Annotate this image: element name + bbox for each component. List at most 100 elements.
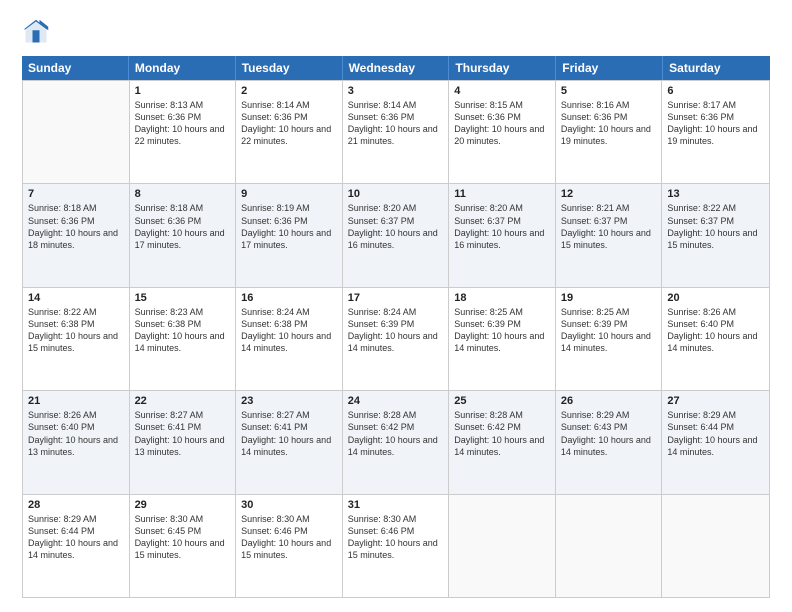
weekday-header-thursday: Thursday bbox=[449, 56, 556, 80]
day-number: 12 bbox=[561, 188, 657, 200]
day-cell-18: 18 Sunrise: 8:25 AM Sunset: 6:39 PM Dayli… bbox=[449, 288, 556, 390]
day-info: Sunrise: 8:18 AM Sunset: 6:36 PM Dayligh… bbox=[28, 202, 124, 251]
day-cell-14: 14Sunrise: 8:22 AM Sunset: 6:38 PM Dayli… bbox=[23, 288, 130, 390]
day-cell-28: 28Sunrise: 8:29 AM Sunset: 6:44 PM Dayli… bbox=[23, 495, 130, 597]
weekday-header-wednesday: Wednesday bbox=[343, 56, 450, 80]
day-number: 13 bbox=[667, 188, 764, 200]
day-cell-27: 27 Sunrise: 8:29 AM Sunset: 6:44 PM Dayli… bbox=[662, 391, 769, 493]
day-number: 9 bbox=[241, 188, 337, 200]
day-number: 29 bbox=[135, 499, 231, 511]
day-cell-4: 4Sunrise: 8:15 AM Sunset: 6:36 PM Daylig… bbox=[449, 81, 556, 183]
day-number: 4 bbox=[454, 85, 550, 97]
day-info: Sunrise: 8:30 AM Sunset: 6:45 PM Dayligh… bbox=[135, 513, 231, 562]
calendar-row-4: 28Sunrise: 8:29 AM Sunset: 6:44 PM Dayli… bbox=[23, 494, 769, 597]
day-info: Sunrise: 8:24 AM Sunset: 6:39 PM Dayligh… bbox=[348, 306, 444, 355]
day-info: Sunrise: 8:22 AM Sunset: 6:37 PM Dayligh… bbox=[667, 202, 764, 251]
day-number: 11 bbox=[454, 188, 550, 200]
calendar-row-1: 7 Sunrise: 8:18 AM Sunset: 6:36 PM Daylig… bbox=[23, 183, 769, 286]
empty-cell-4-6 bbox=[662, 495, 769, 597]
day-number: 27 bbox=[667, 395, 764, 407]
day-cell-11: 11 Sunrise: 8:20 AM Sunset: 6:37 PM Dayli… bbox=[449, 184, 556, 286]
calendar-row-3: 21 Sunrise: 8:26 AM Sunset: 6:40 PM Dayli… bbox=[23, 390, 769, 493]
day-info: Sunrise: 8:28 AM Sunset: 6:42 PM Dayligh… bbox=[454, 409, 550, 458]
calendar-body: 1 Sunrise: 8:13 AM Sunset: 6:36 PM Daylig… bbox=[22, 80, 770, 598]
day-info: Sunrise: 8:27 AM Sunset: 6:41 PM Dayligh… bbox=[135, 409, 231, 458]
calendar: SundayMondayTuesdayWednesdayThursdayFrid… bbox=[22, 56, 770, 598]
day-cell-2: 2Sunrise: 8:14 AM Sunset: 6:36 PM Daylig… bbox=[236, 81, 343, 183]
day-cell-23: 23Sunrise: 8:27 AM Sunset: 6:41 PM Dayli… bbox=[236, 391, 343, 493]
day-cell-5: 5 Sunrise: 8:16 AM Sunset: 6:36 PM Daylig… bbox=[556, 81, 663, 183]
day-number: 17 bbox=[348, 292, 444, 304]
day-cell-15: 15 Sunrise: 8:23 AM Sunset: 6:38 PM Dayli… bbox=[130, 288, 237, 390]
day-number: 2 bbox=[241, 85, 337, 97]
day-number: 15 bbox=[135, 292, 231, 304]
day-number: 22 bbox=[135, 395, 231, 407]
day-number: 30 bbox=[241, 499, 337, 511]
day-number: 31 bbox=[348, 499, 444, 511]
day-number: 5 bbox=[561, 85, 657, 97]
weekday-header-friday: Friday bbox=[556, 56, 663, 80]
page-header bbox=[22, 18, 770, 46]
day-cell-30: 30 Sunrise: 8:30 AM Sunset: 6:46 PM Dayli… bbox=[236, 495, 343, 597]
weekday-header-sunday: Sunday bbox=[22, 56, 129, 80]
day-cell-9: 9 Sunrise: 8:19 AM Sunset: 6:36 PM Daylig… bbox=[236, 184, 343, 286]
day-cell-1: 1 Sunrise: 8:13 AM Sunset: 6:36 PM Daylig… bbox=[130, 81, 237, 183]
day-info: Sunrise: 8:29 AM Sunset: 6:44 PM Dayligh… bbox=[28, 513, 124, 562]
day-number: 20 bbox=[667, 292, 764, 304]
day-number: 10 bbox=[348, 188, 444, 200]
day-info: Sunrise: 8:29 AM Sunset: 6:44 PM Dayligh… bbox=[667, 409, 764, 458]
day-info: Sunrise: 8:20 AM Sunset: 6:37 PM Dayligh… bbox=[454, 202, 550, 251]
day-info: Sunrise: 8:28 AM Sunset: 6:42 PM Dayligh… bbox=[348, 409, 444, 458]
day-number: 23 bbox=[241, 395, 337, 407]
day-cell-16: 16 Sunrise: 8:24 AM Sunset: 6:38 PM Dayli… bbox=[236, 288, 343, 390]
day-cell-31: 31 Sunrise: 8:30 AM Sunset: 6:46 PM Dayli… bbox=[343, 495, 450, 597]
day-info: Sunrise: 8:20 AM Sunset: 6:37 PM Dayligh… bbox=[348, 202, 444, 251]
day-number: 6 bbox=[667, 85, 764, 97]
day-info: Sunrise: 8:24 AM Sunset: 6:38 PM Dayligh… bbox=[241, 306, 337, 355]
empty-cell-4-5 bbox=[556, 495, 663, 597]
day-number: 1 bbox=[135, 85, 231, 97]
empty-cell-4-4 bbox=[449, 495, 556, 597]
day-number: 3 bbox=[348, 85, 444, 97]
day-info: Sunrise: 8:30 AM Sunset: 6:46 PM Dayligh… bbox=[348, 513, 444, 562]
day-number: 21 bbox=[28, 395, 124, 407]
weekday-header-saturday: Saturday bbox=[663, 56, 770, 80]
day-cell-22: 22 Sunrise: 8:27 AM Sunset: 6:41 PM Dayli… bbox=[130, 391, 237, 493]
day-number: 7 bbox=[28, 188, 124, 200]
day-cell-29: 29 Sunrise: 8:30 AM Sunset: 6:45 PM Dayli… bbox=[130, 495, 237, 597]
day-cell-13: 13 Sunrise: 8:22 AM Sunset: 6:37 PM Dayli… bbox=[662, 184, 769, 286]
empty-cell-0-0 bbox=[23, 81, 130, 183]
day-info: Sunrise: 8:16 AM Sunset: 6:36 PM Dayligh… bbox=[561, 99, 657, 148]
day-cell-17: 17 Sunrise: 8:24 AM Sunset: 6:39 PM Dayli… bbox=[343, 288, 450, 390]
day-number: 25 bbox=[454, 395, 550, 407]
calendar-header: SundayMondayTuesdayWednesdayThursdayFrid… bbox=[22, 56, 770, 80]
calendar-row-2: 14Sunrise: 8:22 AM Sunset: 6:38 PM Dayli… bbox=[23, 287, 769, 390]
day-info: Sunrise: 8:17 AM Sunset: 6:36 PM Dayligh… bbox=[667, 99, 764, 148]
day-info: Sunrise: 8:14 AM Sunset: 6:36 PM Dayligh… bbox=[348, 99, 444, 148]
logo bbox=[22, 18, 54, 46]
day-info: Sunrise: 8:19 AM Sunset: 6:36 PM Dayligh… bbox=[241, 202, 337, 251]
day-number: 14 bbox=[28, 292, 124, 304]
day-cell-10: 10 Sunrise: 8:20 AM Sunset: 6:37 PM Dayli… bbox=[343, 184, 450, 286]
day-cell-12: 12 Sunrise: 8:21 AM Sunset: 6:37 PM Dayli… bbox=[556, 184, 663, 286]
day-info: Sunrise: 8:30 AM Sunset: 6:46 PM Dayligh… bbox=[241, 513, 337, 562]
calendar-row-0: 1 Sunrise: 8:13 AM Sunset: 6:36 PM Daylig… bbox=[23, 80, 769, 183]
day-info: Sunrise: 8:29 AM Sunset: 6:43 PM Dayligh… bbox=[561, 409, 657, 458]
day-info: Sunrise: 8:23 AM Sunset: 6:38 PM Dayligh… bbox=[135, 306, 231, 355]
day-number: 16 bbox=[241, 292, 337, 304]
day-cell-25: 25 Sunrise: 8:28 AM Sunset: 6:42 PM Dayli… bbox=[449, 391, 556, 493]
day-info: Sunrise: 8:26 AM Sunset: 6:40 PM Dayligh… bbox=[28, 409, 124, 458]
day-cell-3: 3 Sunrise: 8:14 AM Sunset: 6:36 PM Daylig… bbox=[343, 81, 450, 183]
day-info: Sunrise: 8:21 AM Sunset: 6:37 PM Dayligh… bbox=[561, 202, 657, 251]
weekday-header-monday: Monday bbox=[129, 56, 236, 80]
day-info: Sunrise: 8:13 AM Sunset: 6:36 PM Dayligh… bbox=[135, 99, 231, 148]
day-cell-8: 8Sunrise: 8:18 AM Sunset: 6:36 PM Daylig… bbox=[130, 184, 237, 286]
day-number: 19 bbox=[561, 292, 657, 304]
day-cell-24: 24 Sunrise: 8:28 AM Sunset: 6:42 PM Dayli… bbox=[343, 391, 450, 493]
day-number: 18 bbox=[454, 292, 550, 304]
day-number: 8 bbox=[135, 188, 231, 200]
day-number: 24 bbox=[348, 395, 444, 407]
day-info: Sunrise: 8:25 AM Sunset: 6:39 PM Dayligh… bbox=[454, 306, 550, 355]
weekday-header-tuesday: Tuesday bbox=[236, 56, 343, 80]
day-cell-26: 26Sunrise: 8:29 AM Sunset: 6:43 PM Dayli… bbox=[556, 391, 663, 493]
